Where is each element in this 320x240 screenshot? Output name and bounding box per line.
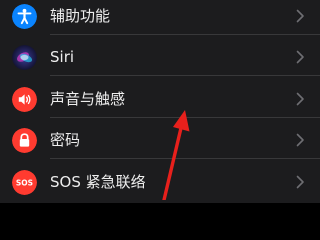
chevron-right-icon — [295, 9, 305, 23]
sos-icon-text: SOS — [16, 178, 33, 187]
settings-item-label: 声音与触感 — [50, 90, 126, 108]
settings-item-label: Siri — [50, 48, 75, 66]
chevron-right-icon — [295, 50, 305, 64]
chevron-right-icon — [295, 175, 305, 189]
settings-item-sounds-haptics[interactable]: 声音与触感 — [0, 80, 320, 118]
settings-item-siri[interactable]: Siri — [0, 38, 320, 76]
lock-icon — [12, 128, 37, 153]
row-divider — [50, 158, 320, 159]
row-divider — [50, 117, 320, 118]
speaker-icon — [12, 87, 37, 112]
settings-item-passwords[interactable]: 密码 — [0, 121, 320, 159]
sos-icon: SOS — [12, 170, 37, 195]
siri-icon — [12, 45, 37, 70]
chevron-right-icon — [295, 133, 305, 147]
chevron-right-icon — [295, 92, 305, 106]
row-divider — [50, 34, 320, 35]
row-divider — [50, 75, 320, 76]
settings-item-accessibility[interactable]: 辅助功能 — [0, 0, 320, 35]
settings-item-label: 辅助功能 — [50, 7, 111, 25]
settings-list: 辅助功能 Siri 声音与触感 密码 SOS SOS 紧急联络 — [0, 0, 320, 203]
settings-item-label: 密码 — [50, 131, 81, 149]
settings-item-emergency-sos[interactable]: SOS SOS 紧急联络 — [0, 163, 320, 201]
settings-item-label: SOS 紧急联络 — [50, 173, 146, 191]
accessibility-icon — [12, 4, 37, 29]
